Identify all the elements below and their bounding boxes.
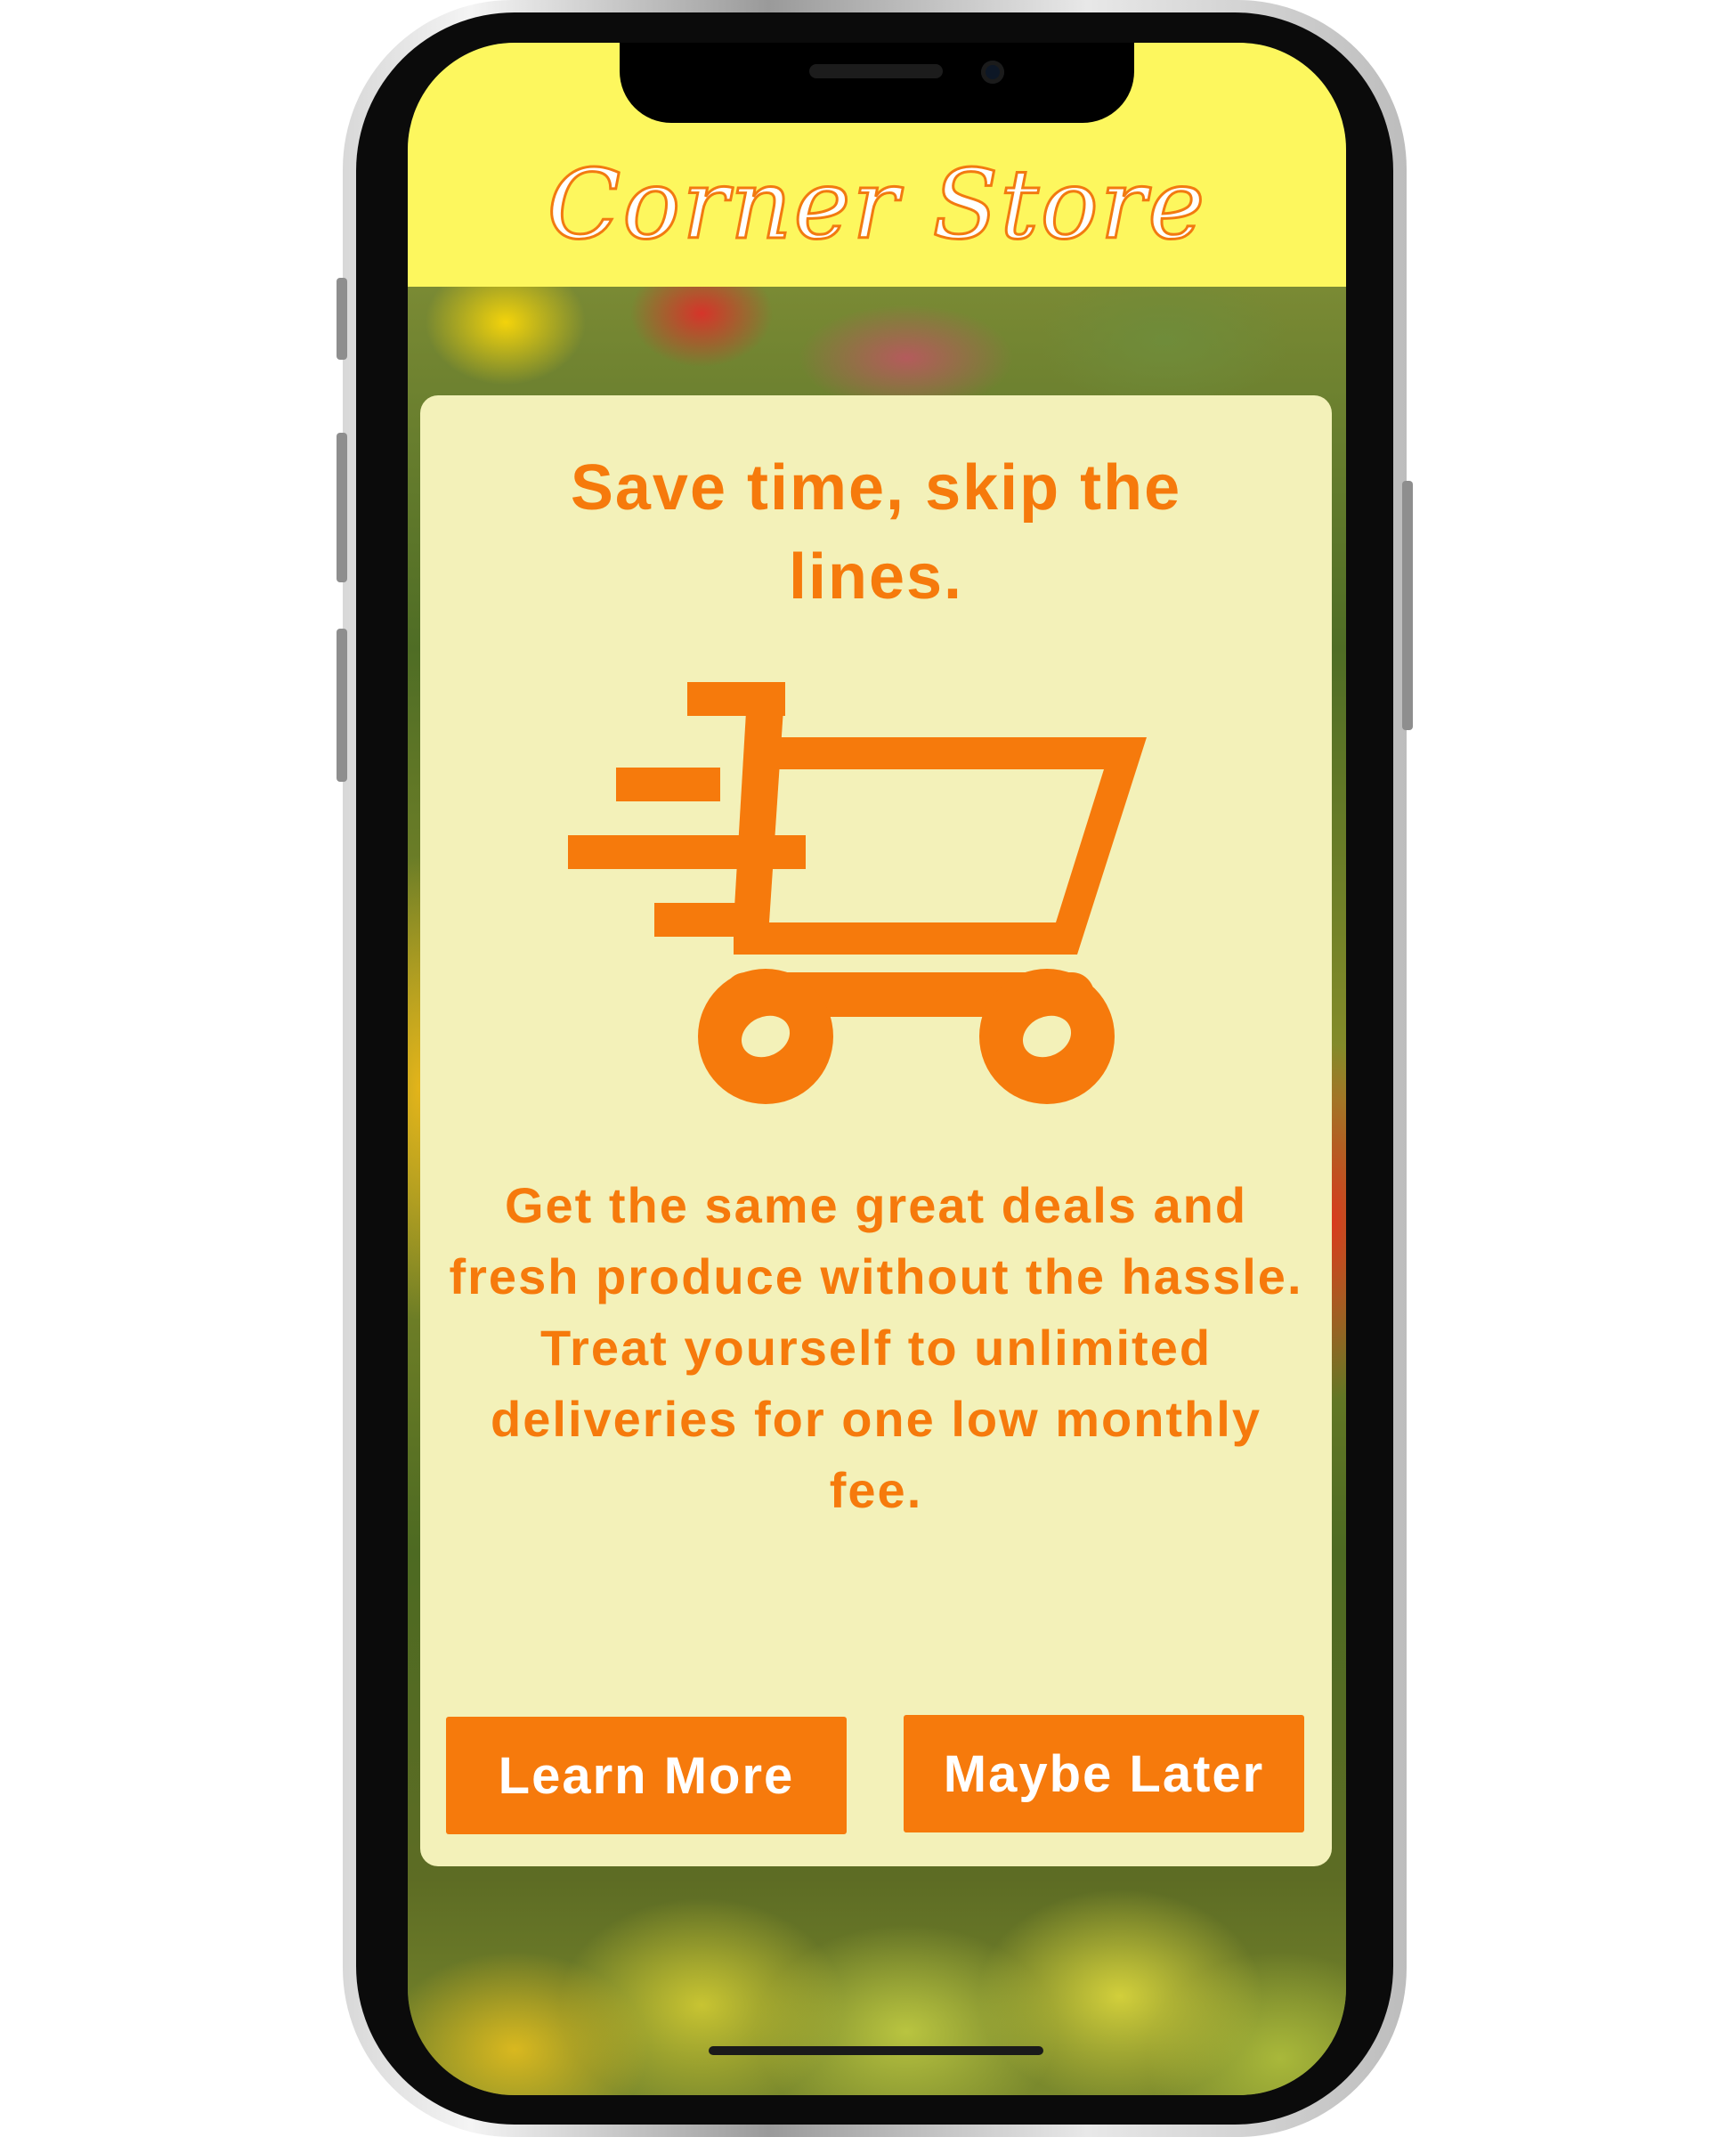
side-button — [337, 278, 347, 360]
home-indicator[interactable] — [709, 2046, 1043, 2055]
phone-notch — [620, 43, 1134, 123]
side-button — [337, 629, 347, 782]
app-title: Corner Store — [546, 149, 1207, 263]
speaker-grille — [809, 64, 943, 78]
promo-headline: Save time, skip the lines. — [570, 452, 1182, 613]
promo-description: Get the same great deals and fresh produ… — [449, 1177, 1303, 1518]
learn-more-button[interactable]: Learn More — [446, 1717, 847, 1834]
promo-card: Save time, skip the lines. Get the same … — [420, 395, 1332, 1866]
maybe-later-button[interactable]: Maybe Later — [904, 1715, 1304, 1832]
side-button — [337, 433, 347, 582]
shopping-cart-icon — [568, 682, 1147, 1104]
side-button — [1402, 481, 1413, 730]
camera-icon — [981, 61, 1004, 84]
phone-screen: Corner Store Save time, skip the lines. — [408, 43, 1346, 2095]
mockup-stage: Corner Store Save time, skip the lines. — [0, 0, 1736, 2137]
